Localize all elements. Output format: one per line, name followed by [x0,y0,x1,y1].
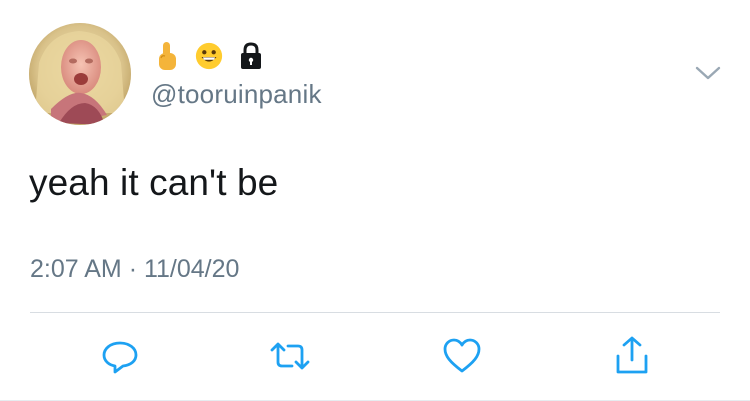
reply-button[interactable] [98,334,142,378]
pointing-finger-emoji [152,40,182,72]
display-name [152,38,266,74]
profile-photo-icon [29,23,131,125]
meta-separator: · [128,255,138,283]
retweet-icon [270,342,310,370]
divider [30,312,720,313]
user-handle[interactable]: @tooruinpanik [151,79,322,110]
share-icon [616,336,648,374]
avatar[interactable] [29,23,131,125]
reply-icon [102,341,138,374]
tweet-timestamp: 2:07 AM · 11/04/20 [30,255,239,284]
retweet-button[interactable] [268,334,312,378]
lock-icon [236,40,266,72]
tweet-date: 11/04/20 [143,255,240,283]
tweet-text: yeah it can't be [29,162,279,203]
tweet-time: 2:07 AM [30,255,122,283]
chevron-down-icon[interactable] [693,62,723,84]
share-button[interactable] [610,334,654,378]
grinning-face-emoji [194,40,224,72]
like-icon [443,338,481,373]
like-button[interactable] [440,334,484,378]
